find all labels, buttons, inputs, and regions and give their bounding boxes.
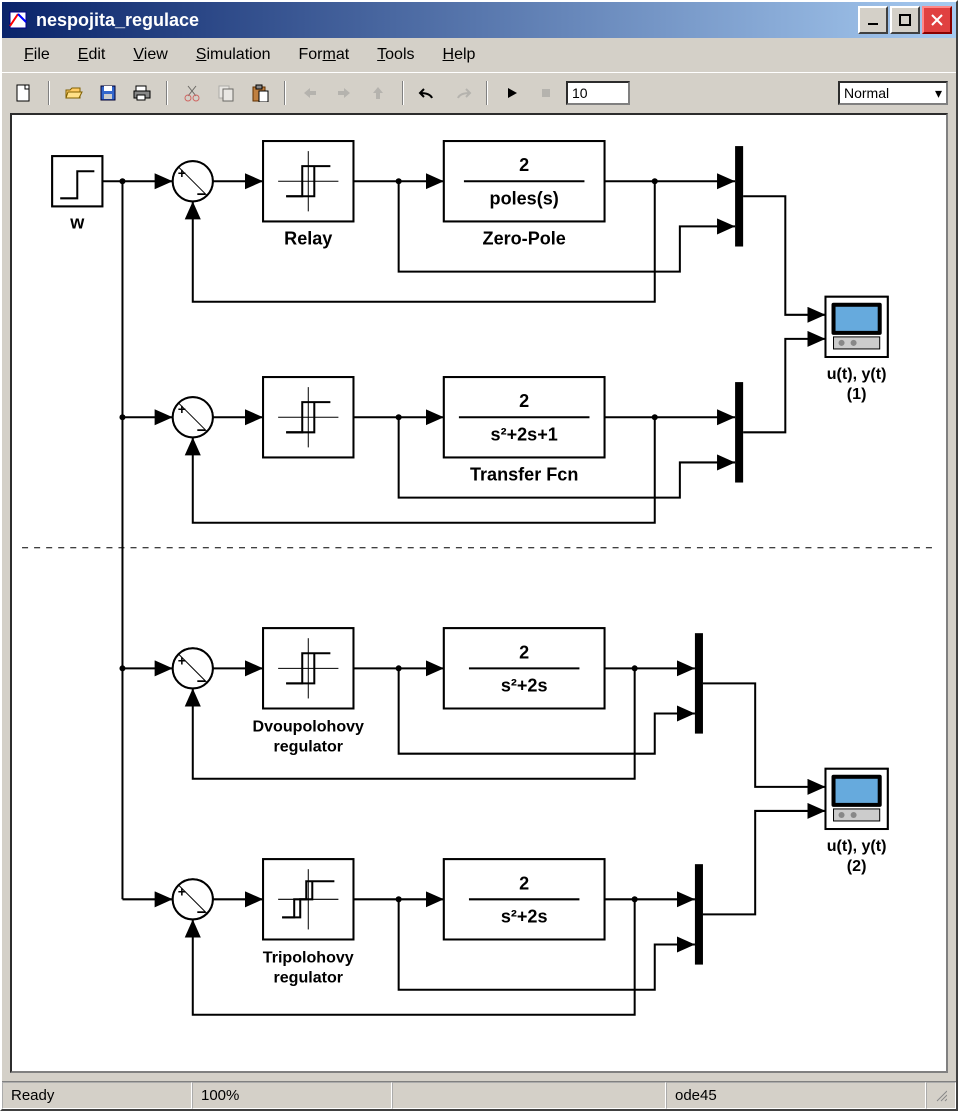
block-relay-2[interactable] — [263, 377, 353, 457]
svg-text:−: − — [197, 672, 206, 690]
sum-4[interactable]: + − — [173, 879, 213, 921]
toolbar: Normal ▾ — [2, 72, 956, 113]
new-icon[interactable] — [10, 79, 38, 107]
back-icon[interactable] — [296, 79, 324, 107]
block-dvoupolohovy[interactable]: Dvoupolohovy regulator — [253, 628, 365, 756]
block-tf4[interactable]: 2 s²+2s — [444, 859, 605, 939]
svg-text:−: − — [197, 421, 206, 439]
close-button[interactable] — [922, 6, 952, 34]
scope1-index: (1) — [847, 385, 867, 403]
svg-text:2: 2 — [519, 873, 529, 893]
status-state: Ready — [2, 1082, 192, 1109]
mux-3[interactable] — [695, 633, 703, 733]
sum-3[interactable]: + − — [173, 648, 213, 690]
statusbar: Ready 100% ode45 — [2, 1081, 956, 1109]
zeropole-label: Zero-Pole — [483, 229, 566, 249]
relay-label: Relay — [284, 229, 332, 249]
menu-format[interactable]: Format — [284, 42, 363, 68]
svg-text:+: + — [178, 401, 186, 417]
forward-icon[interactable] — [330, 79, 358, 107]
menu-edit[interactable]: Edit — [64, 42, 120, 68]
status-zoom: 100% — [192, 1082, 392, 1109]
scope2-label: u(t), y(t) — [827, 837, 887, 855]
minimize-button[interactable] — [858, 6, 888, 34]
sim-time-input[interactable] — [566, 81, 630, 105]
block-zeropole[interactable]: 2 poles(s) Zero-Pole — [444, 141, 605, 248]
undo-icon[interactable] — [414, 79, 442, 107]
svg-text:regulator: regulator — [273, 738, 343, 756]
model-canvas[interactable]: w + − Relay — [10, 113, 948, 1073]
mux-1[interactable] — [735, 146, 743, 246]
svg-text:regulator: regulator — [273, 969, 343, 987]
block-scope-2[interactable]: u(t), y(t) (2) — [825, 769, 887, 875]
svg-text:2: 2 — [519, 642, 529, 662]
svg-text:s²+2s+1: s²+2s+1 — [491, 424, 558, 444]
block-relay-1[interactable]: Relay — [263, 141, 353, 248]
step-label: w — [69, 212, 85, 232]
svg-text:−: − — [197, 903, 206, 921]
svg-text:Tripolohovy: Tripolohovy — [263, 949, 354, 967]
block-tf3[interactable]: 2 s²+2s — [444, 628, 605, 708]
menu-tools[interactable]: Tools — [363, 42, 428, 68]
scope1-label: u(t), y(t) — [827, 365, 887, 383]
menu-simulation[interactable]: Simulation — [182, 42, 285, 68]
block-scope-1[interactable]: u(t), y(t) (1) — [825, 297, 887, 403]
scope2-index: (2) — [847, 857, 867, 875]
resize-grip[interactable] — [926, 1082, 956, 1109]
svg-text:Dvoupolohovy: Dvoupolohovy — [253, 718, 365, 736]
up-icon[interactable] — [364, 79, 392, 107]
titlebar: nespojita_regulace — [2, 2, 956, 38]
svg-text:2: 2 — [519, 155, 529, 175]
app-icon — [6, 8, 30, 32]
save-icon[interactable] — [94, 79, 122, 107]
svg-text:−: − — [197, 185, 206, 203]
print-icon[interactable] — [128, 79, 156, 107]
svg-text:poles(s): poles(s) — [490, 188, 559, 208]
maximize-button[interactable] — [890, 6, 920, 34]
mode-selected: Normal — [844, 85, 889, 101]
mux-4[interactable] — [695, 864, 703, 964]
menu-view[interactable]: View — [119, 42, 181, 68]
paste-icon[interactable] — [246, 79, 274, 107]
mode-select[interactable]: Normal ▾ — [838, 81, 948, 105]
block-transferfcn[interactable]: 2 s²+2s+1 Transfer Fcn — [444, 377, 605, 484]
menubar: File Edit View Simulation Format Tools H… — [2, 38, 956, 72]
svg-text:+: + — [178, 652, 186, 668]
open-icon[interactable] — [60, 79, 88, 107]
svg-text:s²+2s: s²+2s — [501, 675, 548, 695]
svg-text:+: + — [178, 165, 186, 181]
status-spacer — [392, 1082, 666, 1109]
stop-icon[interactable] — [532, 79, 560, 107]
redo-icon[interactable] — [448, 79, 476, 107]
svg-text:+: + — [178, 883, 186, 899]
menu-help[interactable]: Help — [429, 42, 490, 68]
play-icon[interactable] — [498, 79, 526, 107]
cut-icon[interactable] — [178, 79, 206, 107]
sum-2[interactable]: + − — [173, 397, 213, 439]
svg-text:2: 2 — [519, 391, 529, 411]
block-step-source[interactable]: w — [52, 156, 102, 232]
block-tripolohovy[interactable]: Tripolohovy regulator — [263, 859, 354, 987]
sum-1[interactable]: + − — [173, 161, 213, 203]
window-title: nespojita_regulace — [36, 10, 858, 31]
status-solver: ode45 — [666, 1082, 926, 1109]
svg-text:s²+2s: s²+2s — [501, 906, 548, 926]
chevron-down-icon: ▾ — [935, 85, 942, 102]
mux-2[interactable] — [735, 382, 743, 482]
copy-icon[interactable] — [212, 79, 240, 107]
transferfcn-label: Transfer Fcn — [470, 465, 578, 485]
menu-file[interactable]: File — [10, 42, 64, 68]
app-window: nespojita_regulace File Edit View Simula… — [0, 0, 958, 1111]
